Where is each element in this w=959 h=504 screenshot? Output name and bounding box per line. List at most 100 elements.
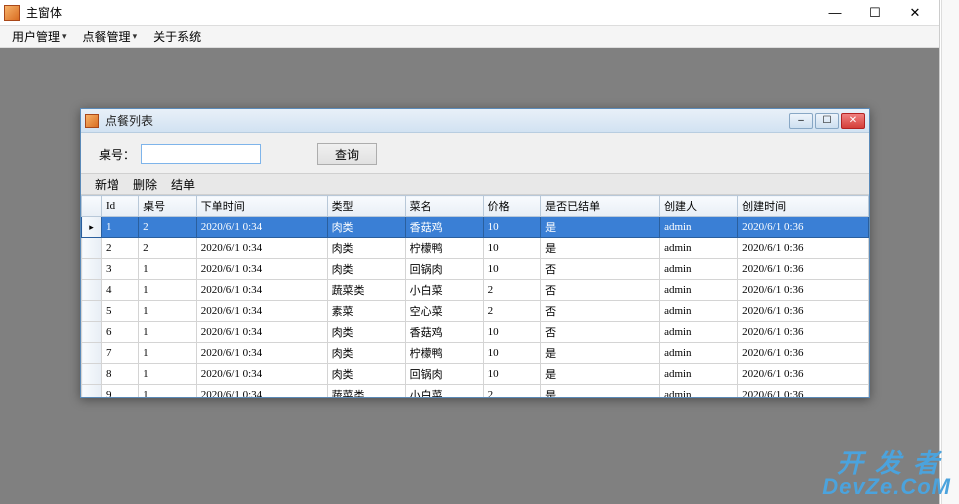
table-row[interactable]: 222020/6/1 0:34肉类柠檬鸭10是admin2020/6/1 0:3… (82, 238, 869, 259)
column-header[interactable]: Id (102, 196, 139, 217)
table-cell[interactable]: 1 (139, 259, 197, 280)
table-cell[interactable]: 2020/6/1 0:34 (196, 259, 327, 280)
table-cell[interactable]: 回锅肉 (405, 364, 483, 385)
menu-user-management[interactable]: 用户管理 ▾ (6, 26, 73, 47)
table-cell[interactable]: 是 (541, 343, 660, 364)
table-cell[interactable]: 1 (139, 280, 197, 301)
table-row[interactable]: 312020/6/1 0:34肉类回锅肉10否admin2020/6/1 0:3… (82, 259, 869, 280)
table-cell[interactable]: 2020/6/1 0:34 (196, 280, 327, 301)
table-cell[interactable]: 2020/6/1 0:36 (738, 238, 869, 259)
table-cell[interactable]: 2020/6/1 0:34 (196, 217, 327, 238)
table-cell[interactable]: 10 (483, 238, 541, 259)
table-cell[interactable]: 2020/6/1 0:36 (738, 364, 869, 385)
table-cell[interactable]: 8 (102, 364, 139, 385)
table-cell[interactable]: admin (660, 343, 738, 364)
maximize-button[interactable]: ☐ (855, 2, 895, 24)
table-cell[interactable]: 是 (541, 217, 660, 238)
child-close-button[interactable]: ✕ (841, 113, 865, 129)
table-cell[interactable]: admin (660, 280, 738, 301)
column-header[interactable]: 菜名 (405, 196, 483, 217)
table-row[interactable]: 412020/6/1 0:34蔬菜类小白菜2否admin2020/6/1 0:3… (82, 280, 869, 301)
table-cell[interactable]: 2020/6/1 0:36 (738, 301, 869, 322)
menu-about[interactable]: 关于系统 (147, 26, 207, 47)
column-header[interactable]: 价格 (483, 196, 541, 217)
table-cell[interactable]: admin (660, 385, 738, 398)
table-cell[interactable]: 香菇鸡 (405, 217, 483, 238)
row-header[interactable] (82, 259, 102, 280)
table-cell[interactable]: 2020/6/1 0:34 (196, 238, 327, 259)
table-cell[interactable]: 2020/6/1 0:36 (738, 280, 869, 301)
table-cell[interactable]: 肉类 (327, 259, 405, 280)
table-cell[interactable]: 2020/6/1 0:36 (738, 259, 869, 280)
row-header[interactable] (82, 238, 102, 259)
table-cell[interactable]: admin (660, 217, 738, 238)
table-cell[interactable]: admin (660, 259, 738, 280)
table-cell[interactable]: 2 (483, 385, 541, 398)
table-cell[interactable]: 10 (483, 364, 541, 385)
child-titlebar[interactable]: 点餐列表 – ☐ ✕ (81, 109, 869, 133)
table-cell[interactable]: 2 (139, 238, 197, 259)
settle-button[interactable]: 结单 (169, 174, 197, 195)
table-row[interactable]: 912020/6/1 0:34蔬菜类小白菜2是admin2020/6/1 0:3… (82, 385, 869, 398)
table-cell[interactable]: 1 (102, 217, 139, 238)
table-cell[interactable]: 蔬菜类 (327, 280, 405, 301)
table-cell[interactable]: 是 (541, 364, 660, 385)
add-button[interactable]: 新增 (93, 174, 121, 195)
row-header[interactable] (82, 385, 102, 398)
table-cell[interactable]: 柠檬鸭 (405, 238, 483, 259)
table-cell[interactable]: 是 (541, 238, 660, 259)
table-cell[interactable]: 柠檬鸭 (405, 343, 483, 364)
row-header[interactable] (82, 280, 102, 301)
table-cell[interactable]: 2020/6/1 0:34 (196, 322, 327, 343)
table-cell[interactable]: 否 (541, 322, 660, 343)
table-cell[interactable]: 2 (483, 280, 541, 301)
table-cell[interactable]: 否 (541, 280, 660, 301)
table-cell[interactable]: 肉类 (327, 217, 405, 238)
column-header[interactable]: 创建时间 (738, 196, 869, 217)
minimize-button[interactable]: — (815, 2, 855, 24)
table-row[interactable]: 712020/6/1 0:34肉类柠檬鸭10是admin2020/6/1 0:3… (82, 343, 869, 364)
table-cell[interactable]: 蔬菜类 (327, 385, 405, 398)
table-row[interactable]: 612020/6/1 0:34肉类香菇鸡10否admin2020/6/1 0:3… (82, 322, 869, 343)
search-button[interactable]: 查询 (317, 143, 377, 165)
table-cell[interactable]: admin (660, 364, 738, 385)
table-cell[interactable]: admin (660, 301, 738, 322)
table-cell[interactable]: 1 (139, 364, 197, 385)
table-cell[interactable]: 10 (483, 322, 541, 343)
row-header[interactable] (82, 217, 102, 238)
table-cell[interactable]: 否 (541, 301, 660, 322)
table-cell[interactable]: 肉类 (327, 343, 405, 364)
column-header[interactable]: 创建人 (660, 196, 738, 217)
menu-order-management[interactable]: 点餐管理 ▾ (77, 26, 144, 47)
table-cell[interactable]: 肉类 (327, 322, 405, 343)
child-maximize-button[interactable]: ☐ (815, 113, 839, 129)
table-cell[interactable]: 4 (102, 280, 139, 301)
table-cell[interactable]: 小白菜 (405, 280, 483, 301)
row-header[interactable] (82, 301, 102, 322)
table-cell[interactable]: 1 (139, 343, 197, 364)
column-header[interactable]: 桌号 (139, 196, 197, 217)
row-header[interactable] (82, 343, 102, 364)
table-cell[interactable]: 5 (102, 301, 139, 322)
row-header[interactable] (82, 364, 102, 385)
table-cell[interactable]: 1 (139, 385, 197, 398)
table-cell[interactable]: 6 (102, 322, 139, 343)
table-cell[interactable]: 小白菜 (405, 385, 483, 398)
table-cell[interactable]: 2020/6/1 0:34 (196, 364, 327, 385)
table-row[interactable]: 122020/6/1 0:34肉类香菇鸡10是admin2020/6/1 0:3… (82, 217, 869, 238)
table-cell[interactable]: 2020/6/1 0:34 (196, 385, 327, 398)
table-cell[interactable]: 9 (102, 385, 139, 398)
table-cell[interactable]: 空心菜 (405, 301, 483, 322)
table-cell[interactable]: admin (660, 322, 738, 343)
table-cell[interactable]: 2020/6/1 0:34 (196, 343, 327, 364)
table-cell[interactable]: admin (660, 238, 738, 259)
table-cell[interactable]: 是 (541, 385, 660, 398)
delete-button[interactable]: 删除 (131, 174, 159, 195)
table-row[interactable]: 512020/6/1 0:34素菜空心菜2否admin2020/6/1 0:36 (82, 301, 869, 322)
table-cell[interactable]: 1 (139, 301, 197, 322)
table-cell[interactable]: 10 (483, 217, 541, 238)
table-cell[interactable]: 否 (541, 259, 660, 280)
table-cell[interactable]: 7 (102, 343, 139, 364)
table-cell[interactable]: 香菇鸡 (405, 322, 483, 343)
table-cell[interactable]: 1 (139, 322, 197, 343)
